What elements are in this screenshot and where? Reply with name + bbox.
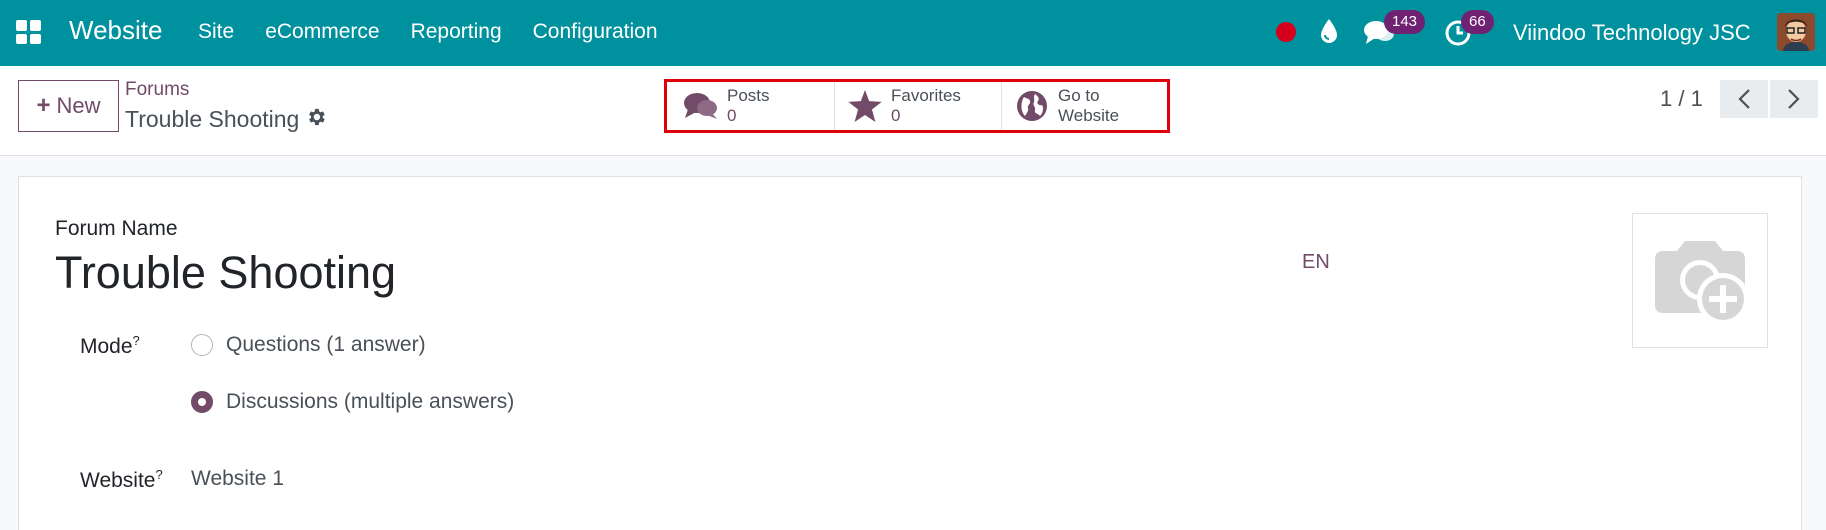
smart-buttons-highlight: Posts 0 Favorites 0 Go to Website (664, 79, 1170, 133)
star-icon (847, 88, 883, 124)
breadcrumb-forums[interactable]: Forums (125, 79, 189, 101)
chevron-left-icon (1738, 89, 1750, 109)
water-drop-icon[interactable] (1319, 18, 1339, 49)
favorites-label: Favorites (891, 86, 961, 105)
chevron-right-icon (1788, 89, 1800, 109)
control-panel: + New Forums Trouble Shooting Posts 0 Fa… (0, 66, 1826, 156)
help-mark[interactable]: ? (133, 333, 140, 348)
favorites-count: 0 (891, 106, 901, 125)
form-sheet: Forum Name Trouble Shooting EN Mode? Que… (18, 176, 1802, 530)
recording-indicator-icon[interactable] (1276, 22, 1296, 42)
forum-name-label: Forum Name (55, 217, 178, 240)
messages-count-badge: 143 (1384, 10, 1426, 34)
forum-name-input[interactable]: Trouble Shooting (55, 247, 396, 299)
mode-label: Mode? (80, 333, 140, 359)
go-to-website-smart-button[interactable]: Go to Website (1002, 82, 1167, 130)
pager-previous-button[interactable] (1720, 80, 1768, 118)
menu-item-ecommerce[interactable]: eCommerce (265, 20, 379, 44)
globe-icon (1014, 88, 1050, 124)
posts-count: 0 (727, 106, 737, 125)
company-switcher[interactable]: Viindoo Technology JSC (1513, 20, 1751, 46)
top-navbar: Website Site eCommerce Reporting Configu… (0, 0, 1826, 66)
mode-label-text: Mode (80, 335, 133, 358)
image-upload[interactable] (1632, 213, 1768, 348)
posts-smart-button[interactable]: Posts 0 (667, 82, 835, 130)
go-to-label: Go to (1058, 86, 1100, 105)
pager-next-button[interactable] (1770, 80, 1818, 118)
radio-questions[interactable] (191, 334, 213, 356)
record-title: Trouble Shooting (125, 106, 300, 132)
radio-discussions[interactable] (191, 391, 213, 413)
new-button-label: New (56, 93, 101, 118)
language-button[interactable]: EN (1302, 251, 1330, 274)
gear-icon[interactable] (305, 106, 327, 133)
menu-item-site[interactable]: Site (198, 20, 234, 44)
pager-value[interactable]: 1 / 1 (1660, 86, 1703, 112)
user-avatar[interactable] (1777, 13, 1815, 51)
mode-option-discussions[interactable]: Discussions (multiple answers) (191, 390, 514, 414)
activities-count-badge: 66 (1461, 10, 1494, 34)
favorites-smart-button[interactable]: Favorites 0 (835, 82, 1002, 130)
website-field-value[interactable]: Website 1 (191, 467, 284, 491)
help-mark[interactable]: ? (155, 467, 162, 482)
new-button[interactable]: + New (18, 80, 119, 132)
menu-item-reporting[interactable]: Reporting (411, 20, 502, 44)
radio-questions-label: Questions (1 answer) (226, 333, 426, 356)
website-label-text: Website (80, 469, 156, 492)
posts-label: Posts (727, 86, 770, 105)
main-menu: Site eCommerce Reporting Configuration (198, 20, 689, 44)
website-label-2: Website (1058, 106, 1120, 125)
apps-grid-icon[interactable] (16, 20, 42, 44)
camera-plus-icon (1655, 240, 1749, 325)
comments-icon (683, 88, 719, 124)
menu-item-configuration[interactable]: Configuration (533, 20, 658, 44)
radio-discussions-label: Discussions (multiple answers) (226, 390, 515, 413)
mode-option-questions[interactable]: Questions (1 answer) (191, 333, 426, 357)
app-brand[interactable]: Website (69, 15, 162, 46)
plus-icon: + (36, 92, 51, 119)
website-field-label: Website? (80, 467, 163, 493)
